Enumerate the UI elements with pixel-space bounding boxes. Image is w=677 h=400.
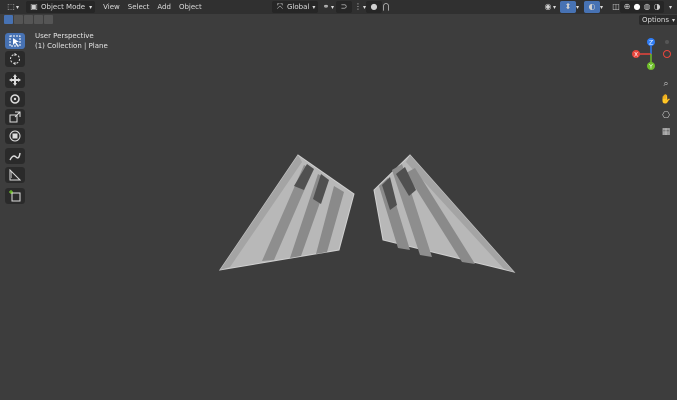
tool-measure[interactable] — [5, 167, 25, 183]
gizmo-z-label: Z — [649, 39, 653, 46]
orientation-label: Global — [287, 3, 310, 11]
tool-move[interactable] — [5, 72, 25, 88]
object-mode-icon: ▣ — [30, 2, 38, 11]
shading-mode-group: ⊕ ● ◍ ◑ — [620, 1, 664, 13]
chevron-down-icon: ▾ — [669, 3, 673, 11]
menu-add[interactable]: Add — [153, 1, 175, 13]
editor-type-icon: ⬚ — [7, 2, 15, 11]
rendered-shading-icon[interactable]: ◑ — [652, 2, 662, 12]
pivot-point-button[interactable]: ⚭ ▾ — [318, 1, 337, 13]
overlays-dropdown[interactable]: ▾ — [597, 1, 606, 13]
zoom-icon: ⌕ — [663, 79, 669, 89]
left-louver-panel[interactable] — [218, 154, 355, 271]
tool-rotate[interactable] — [5, 91, 25, 107]
pivot-icon: ⚭ — [322, 2, 330, 11]
chevron-down-icon: ▾ — [312, 3, 316, 11]
right-louver-panel[interactable] — [373, 154, 516, 273]
add-cube-icon — [9, 190, 21, 202]
tool-add-cube[interactable] — [5, 188, 25, 204]
falloff-button[interactable]: ⋂ — [378, 1, 394, 13]
visibility-button[interactable]: ◉ ▾ — [540, 1, 559, 13]
solid-shading-icon[interactable]: ● — [632, 2, 642, 12]
navigation-gizmo[interactable]: Z X Y — [627, 36, 673, 72]
snap-grid-icon: ⋮ — [354, 2, 362, 11]
overlays-icon: ◐ — [588, 2, 596, 11]
select-box-icon — [9, 35, 21, 47]
wireframe-shading-icon[interactable]: ⊕ — [622, 2, 632, 12]
mode-label: Object Mode — [41, 3, 86, 11]
tool-cursor[interactable] — [5, 51, 25, 67]
chevron-down-icon: ▾ — [672, 16, 676, 24]
zoom-button[interactable]: ⌕ — [659, 77, 673, 91]
select-intersect-icon[interactable] — [44, 15, 53, 24]
tool-scale[interactable] — [5, 109, 25, 125]
scale-icon — [9, 111, 21, 123]
eye-icon: ◉ — [544, 2, 552, 11]
options-label: Options — [642, 16, 670, 24]
orientation-icon: ⤧ — [276, 2, 284, 11]
measure-icon — [9, 169, 21, 181]
gizmo-icon: ⬍ — [564, 2, 572, 11]
cursor-icon — [10, 53, 20, 65]
scene-mesh[interactable] — [210, 150, 530, 280]
select-new-icon[interactable] — [4, 15, 13, 24]
menu-view[interactable]: View — [99, 1, 124, 13]
annotate-icon — [9, 152, 21, 161]
chevron-down-icon: ▾ — [553, 3, 557, 11]
transform-orientation-dropdown[interactable]: ⤧ Global ▾ — [272, 1, 319, 13]
perspective-toggle[interactable]: ▦ — [659, 125, 673, 139]
chevron-down-icon: ▾ — [331, 3, 335, 11]
gizmo-neg-z[interactable] — [665, 40, 669, 44]
select-extend-icon[interactable] — [14, 15, 23, 24]
viewport-header: ⬚ ▾ ▣ Object Mode ▾ View Select Add Obje… — [0, 0, 677, 14]
options-dropdown[interactable]: Options ▾ — [639, 15, 677, 25]
falloff-curve-icon: ⋂ — [382, 2, 390, 11]
tool-header: Options ▾ — [0, 14, 677, 26]
move-icon — [9, 74, 21, 86]
select-invert-icon[interactable] — [34, 15, 43, 24]
mode-dropdown[interactable]: ▣ Object Mode ▾ — [26, 1, 96, 13]
tool-annotate[interactable] — [5, 148, 25, 164]
chevron-down-icon: ▾ — [16, 3, 20, 11]
select-subtract-icon[interactable] — [24, 15, 33, 24]
chevron-down-icon: ▾ — [89, 3, 93, 11]
gizmo-x-label: X — [634, 51, 638, 58]
gizmo-y-label: Y — [648, 63, 653, 70]
chevron-down-icon: ▾ — [600, 3, 604, 11]
view-name: User Perspective — [35, 32, 94, 40]
material-shading-icon[interactable]: ◍ — [642, 2, 652, 12]
menu-object[interactable]: Object — [175, 1, 206, 13]
magnet-icon: ⊃ — [340, 2, 348, 11]
selection-mode-group — [4, 15, 53, 24]
collection-info: (1) Collection | Plane — [35, 42, 108, 50]
gizmo-neg-x[interactable] — [663, 50, 671, 58]
camera-view-button[interactable]: ⎔ — [659, 109, 673, 123]
menu-select[interactable]: Select — [124, 1, 154, 13]
shading-dropdown[interactable]: ▾ — [666, 1, 675, 13]
hand-icon: ✋ — [660, 95, 672, 105]
tool-select-box[interactable] — [5, 33, 25, 49]
chevron-down-icon: ▾ — [576, 3, 580, 11]
rotate-icon — [10, 94, 20, 104]
gizmo-dropdown[interactable]: ▾ — [573, 1, 582, 13]
camera-icon: ⎔ — [662, 111, 670, 121]
transform-icon — [9, 130, 21, 142]
grid-icon: ▦ — [661, 127, 671, 137]
tool-transform[interactable] — [5, 128, 25, 144]
editor-type-button[interactable]: ⬚ ▾ — [3, 1, 22, 13]
pan-button[interactable]: ✋ — [659, 93, 673, 107]
